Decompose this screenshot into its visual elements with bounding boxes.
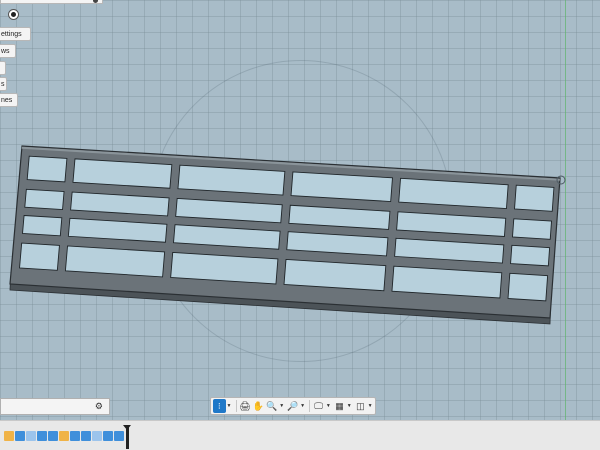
grille-slot: [510, 244, 551, 267]
viewports-icon[interactable]: ◫: [354, 399, 367, 413]
timeline-feature-icon[interactable]: [81, 431, 91, 441]
grille-slot: [26, 155, 68, 183]
timeline-feature-icon[interactable]: [70, 431, 80, 441]
browser-row-s[interactable]: s: [0, 77, 7, 91]
gear-icon[interactable]: ⚙: [95, 401, 103, 412]
browser-row-settings[interactable]: ettings: [0, 27, 31, 41]
timeline-feature-icon[interactable]: [92, 431, 102, 441]
chevron-down-icon[interactable]: ▼: [368, 403, 373, 409]
timeline-bar: [0, 420, 600, 450]
comments-bar[interactable]: ⚙: [0, 398, 110, 415]
browser-dot-icon: [93, 0, 98, 3]
timeline-feature-icon[interactable]: [15, 431, 25, 441]
timeline-feature-icon[interactable]: [4, 431, 14, 441]
timeline-feature-icon[interactable]: [37, 431, 47, 441]
pan-hand-icon[interactable]: ✋: [252, 399, 265, 413]
save-view-icon[interactable]: 🖨: [239, 399, 252, 413]
chevron-down-icon[interactable]: ▼: [279, 403, 284, 409]
timeline-feature-icon[interactable]: [114, 431, 124, 441]
timeline-feature-icon[interactable]: [59, 431, 69, 441]
grille-slot: [512, 218, 552, 240]
browser-row-planes[interactable]: nes: [0, 93, 18, 107]
grille-model[interactable]: [0, 0, 600, 420]
grille-slot: [514, 184, 555, 212]
toolbar-separator: [309, 400, 311, 412]
browser-radio-icon[interactable]: [8, 9, 19, 20]
navigation-toolbar: ⁝ ▼ 🖨 ✋ 🔍 ▼ 🔎 ▼ 🖵 ▼ ▦ ▼ ◫ ▼: [210, 397, 376, 415]
timeline-marker-icon[interactable]: [123, 425, 131, 449]
chevron-down-icon[interactable]: ▼: [347, 403, 352, 409]
grille-slot: [22, 215, 63, 237]
chevron-down-icon[interactable]: ▼: [326, 403, 331, 409]
browser-row-views[interactable]: ws: [0, 44, 16, 58]
display-settings-icon[interactable]: 🖵: [312, 399, 325, 413]
browser-top-stub: [0, 0, 103, 4]
zoom-icon[interactable]: 🔍: [266, 399, 279, 413]
grille-slot: [24, 188, 65, 210]
3d-viewport[interactable]: [0, 0, 600, 420]
fit-zoom-icon[interactable]: 🔎: [287, 399, 300, 413]
grid-snap-icon[interactable]: ▦: [333, 399, 346, 413]
timeline-feature-icon[interactable]: [48, 431, 58, 441]
timeline-feature-icon[interactable]: [103, 431, 113, 441]
chevron-down-icon[interactable]: ▼: [227, 403, 232, 409]
browser-row-item[interactable]: [0, 61, 6, 75]
grille-slot: [19, 242, 60, 271]
chevron-down-icon[interactable]: ▼: [300, 403, 305, 409]
orbit-tool-icon[interactable]: ⁝: [213, 399, 226, 413]
toolbar-separator: [235, 400, 237, 412]
timeline-feature-icon[interactable]: [26, 431, 36, 441]
grille-slot: [507, 272, 549, 302]
